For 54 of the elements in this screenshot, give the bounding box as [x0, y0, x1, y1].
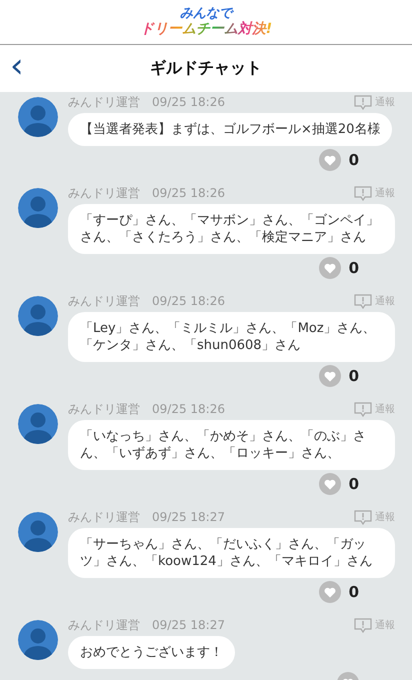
message-bubble: 「すーぴ」さん、「マサボン」さん、「ゴンペイ」さん、「さくたろう」さん、「検定マニア」さん: [68, 204, 395, 254]
heart-icon: [324, 370, 336, 382]
avatar-icon: [18, 188, 58, 228]
report-button[interactable]: 通報: [354, 618, 395, 632]
avatar-icon: [18, 97, 58, 137]
back-button[interactable]: ‹: [4, 51, 30, 81]
report-icon: [354, 402, 372, 416]
report-icon: [354, 186, 372, 200]
like-count: 0: [348, 259, 359, 277]
avatar-icon: [18, 512, 58, 552]
avatar-icon: [18, 404, 58, 444]
like-button[interactable]: [318, 149, 341, 171]
report-icon: [354, 618, 372, 632]
timestamp: 09/25 18:26: [152, 294, 225, 308]
like-button[interactable]: [318, 473, 341, 495]
message-bubble: 【当選者発表】まずは、ゴルフボール×抽選20名様: [68, 113, 392, 146]
like-button[interactable]: [318, 581, 341, 603]
like-button[interactable]: [318, 257, 341, 279]
message-bubble: 「サーちゃん」さん、「だいふく」さん、「ガッツ」さん、「koow124」さん、「マキロイ」さん: [68, 528, 395, 578]
timestamp: 09/25 18:26: [152, 95, 225, 109]
message-bubble: おめでとうございます！: [68, 636, 235, 669]
report-button[interactable]: 通報: [354, 94, 395, 110]
avatar-icon: [18, 296, 58, 336]
like-count: 0: [348, 475, 359, 493]
logo-text: みんなで: [180, 7, 232, 21]
report-icon: [354, 510, 372, 524]
author-name: みんドリ運営: [68, 94, 140, 110]
heart-icon: [324, 154, 336, 166]
page-title: ギルドチャット: [150, 58, 262, 79]
timestamp: 09/25 18:26: [152, 186, 225, 200]
avatar-icon: [18, 620, 58, 660]
report-button[interactable]: 通報: [354, 402, 395, 416]
like-count: 0: [348, 583, 359, 601]
like-button[interactable]: [318, 365, 341, 387]
timestamp: 09/25 18:26: [152, 402, 225, 416]
like-count: 0: [348, 367, 359, 385]
report-icon: [354, 94, 372, 110]
report-button[interactable]: 通報: [354, 510, 395, 524]
author-name: みんドリ運営: [68, 508, 140, 526]
report-button[interactable]: 通報: [354, 294, 395, 308]
author-name: みんドリ運営: [68, 400, 140, 418]
like-count: 0: [348, 151, 359, 169]
message-bubble: 「いなっち」さん、「かめそ」さん、「のぶ」さん、「いずあず」さん、「ロッキー」さん、: [68, 420, 395, 470]
heart-icon: [324, 262, 336, 274]
report-icon: [354, 294, 372, 308]
timestamp: 09/25 18:27: [152, 618, 225, 632]
author-name: みんドリ運営: [68, 616, 140, 634]
report-button[interactable]: 通報: [354, 186, 395, 200]
timestamp: 09/25 18:27: [152, 510, 225, 524]
author-name: みんドリ運営: [68, 292, 140, 310]
message-bubble: 「Ley」さん、「ミルミル」さん、「Moz」さん、「ケンタ」さん、「shun0608」さん: [68, 312, 395, 362]
heart-icon: [324, 586, 336, 598]
author-name: みんドリ運営: [68, 184, 140, 202]
heart-icon: [324, 478, 336, 490]
